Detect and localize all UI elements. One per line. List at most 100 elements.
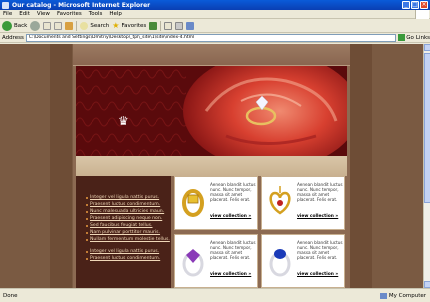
nav-list: Integer vel ligula nattis purus. Praesen…	[86, 194, 170, 262]
card-description: Aenean blandit luctus nunc. Nunc tempor,…	[210, 240, 256, 260]
menu-edit[interactable]: Edit	[19, 11, 30, 17]
go-button[interactable]: Go	[398, 34, 414, 41]
card-description: Aenean blandit luctus nunc. Nunc tempor,…	[297, 182, 343, 202]
nav-item[interactable]: Praesent luctus condimentum.	[86, 201, 170, 208]
nav-item[interactable]: Praesent adipiscing neque non.	[86, 215, 170, 222]
refresh-icon[interactable]	[54, 21, 63, 30]
view-collection-link[interactable]: view collection »	[297, 214, 338, 219]
nav-item-label: Praesent adipiscing neque non.	[90, 216, 163, 221]
window-title: Our catalog - Microsoft Internet Explore…	[12, 1, 151, 9]
menu-file[interactable]: File	[3, 11, 12, 17]
toolbar-separator	[160, 20, 162, 31]
nav-item-label: Praesent luctus condimentum.	[90, 202, 161, 207]
product-card: Aenean blandit luctus nunc. Nunc tempor,…	[174, 176, 258, 230]
page-container: ♛ Integer vel ligula nattis purus. Praes…	[73, 44, 350, 288]
crown-logo-icon[interactable]: ♛	[118, 114, 129, 128]
menu-tools[interactable]: Tools	[89, 11, 103, 17]
hero-banner: ♛	[76, 66, 347, 156]
bullet-icon	[86, 250, 88, 253]
amethyst-ring-image[interactable]	[178, 239, 208, 279]
scroll-thumb[interactable]	[424, 53, 430, 203]
address-input[interactable]: C:\Documents and Settings\Dmitriy\Deskto…	[25, 33, 397, 42]
menu-view[interactable]: View	[37, 11, 50, 17]
nav-item-label: Praesent luctus condimentum.	[90, 256, 161, 261]
nav-item[interactable]: Integer vel ligula nattis purus.	[86, 248, 170, 255]
print-icon[interactable]	[175, 21, 184, 30]
bullet-icon	[86, 196, 88, 199]
card-description: Aenean blandit luctus nunc. Nunc tempor,…	[210, 182, 256, 202]
forward-arrow-icon[interactable]	[30, 20, 41, 31]
gold-ring-image[interactable]	[178, 181, 208, 221]
back-label: Back	[14, 22, 28, 29]
go-arrow-icon	[398, 34, 406, 41]
links-label[interactable]: Links	[416, 35, 430, 41]
scroll-down-icon[interactable]	[424, 281, 430, 288]
search-label: Search	[90, 22, 110, 29]
bullet-icon	[86, 231, 88, 234]
go-label: Go	[406, 34, 414, 41]
nav-item[interactable]: Integer vel ligula nattis purus.	[86, 194, 170, 201]
search-icon	[80, 21, 89, 30]
toolbar: Back Search ★ Favorites	[0, 19, 430, 33]
nav-item[interactable]: Nam pulvinar porttitor mauris.	[86, 229, 170, 236]
card-description: Aenean blandit luctus nunc. Nunc tempor,…	[297, 240, 343, 260]
view-collection-link[interactable]: view collection »	[210, 272, 251, 277]
window-controls: _ □ ×	[402, 1, 428, 9]
favorites-button[interactable]: ★ Favorites	[112, 21, 146, 30]
header-strip	[73, 44, 350, 66]
close-icon[interactable]: ×	[420, 1, 428, 9]
edit-icon[interactable]	[186, 21, 195, 30]
nav-item-label: Integer vel ligula nattis purus.	[90, 249, 160, 254]
heart-pendant-image[interactable]	[265, 181, 295, 221]
maximize-icon[interactable]: □	[411, 1, 419, 9]
decorative-band	[76, 156, 347, 176]
bullet-icon	[86, 257, 88, 260]
bullet-icon	[86, 217, 88, 220]
windows-logo-icon	[415, 10, 429, 19]
menu-bar: File Edit View Favorites Tools Help	[0, 10, 430, 19]
back-arrow-icon	[2, 20, 12, 31]
sapphire-ring-image[interactable]	[265, 239, 295, 279]
menu-help[interactable]: Help	[109, 11, 122, 17]
product-card: Aenean blandit luctus nunc. Nunc tempor,…	[261, 234, 345, 288]
zone-label: My Computer	[388, 292, 426, 299]
back-button[interactable]: Back	[2, 20, 28, 31]
title-bar: Our catalog - Microsoft Internet Explore…	[0, 0, 430, 10]
nav-item-label: Nullam fermentum molestie tellus.	[90, 237, 170, 242]
nav-item[interactable]: Sed faucibus feugiat tellus.	[86, 222, 170, 229]
product-card: Aenean blandit luctus nunc. Nunc tempor,…	[261, 176, 345, 230]
nav-item-label: Sed faucibus feugiat tellus.	[90, 223, 153, 228]
home-icon[interactable]	[65, 21, 74, 30]
menu-favorites[interactable]: Favorites	[57, 11, 82, 17]
ie-icon	[2, 1, 9, 9]
history-icon[interactable]	[149, 21, 158, 30]
view-collection-link[interactable]: view collection »	[210, 214, 251, 219]
stop-icon[interactable]	[43, 21, 52, 30]
product-card: Aenean blandit luctus nunc. Nunc tempor,…	[174, 234, 258, 288]
page-viewport: ♛ Integer vel ligula nattis purus. Praes…	[0, 44, 423, 288]
search-button[interactable]: Search	[80, 21, 110, 30]
security-zone: My Computer	[379, 292, 426, 299]
scroll-up-icon[interactable]	[424, 44, 430, 51]
rose-ring-image	[76, 66, 347, 156]
nav-item-label: Nunc malesuada ultricies maun.	[90, 209, 165, 214]
view-collection-link[interactable]: view collection »	[297, 272, 338, 277]
nav-item[interactable]: Praesent luctus condimentum.	[86, 255, 170, 262]
left-nav-panel: Integer vel ligula nattis purus. Praesen…	[76, 176, 171, 288]
address-label: Address	[2, 34, 24, 41]
toolbar-separator	[76, 20, 78, 31]
nav-item-label: Nam pulvinar porttitor mauris.	[90, 230, 161, 235]
nav-item[interactable]: Nunc malesuada ultricies maun.	[86, 208, 170, 215]
favorites-label: Favorites	[121, 22, 147, 29]
nav-item-label: Integer vel ligula nattis purus.	[90, 195, 160, 200]
bullet-icon	[86, 203, 88, 206]
bullet-icon	[86, 210, 88, 213]
product-grid: Aenean blandit luctus nunc. Nunc tempor,…	[174, 176, 347, 288]
computer-icon	[379, 292, 387, 299]
bullet-icon	[86, 224, 88, 227]
nav-item[interactable]: Nullam fermentum molestie tellus.	[86, 236, 170, 243]
mail-icon[interactable]	[164, 21, 173, 30]
vertical-scrollbar[interactable]	[423, 44, 430, 288]
minimize-icon[interactable]: _	[402, 1, 410, 9]
bullet-icon	[86, 238, 88, 241]
